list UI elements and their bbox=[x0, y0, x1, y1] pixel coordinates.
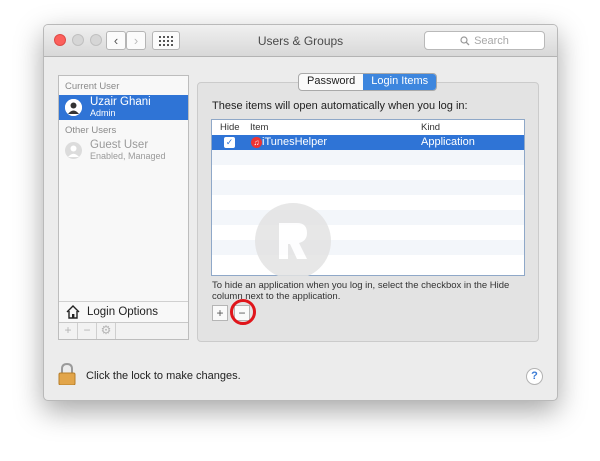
column-hide[interactable]: Hide bbox=[220, 122, 240, 133]
user-row-current[interactable]: Uzair Ghani Admin bbox=[59, 95, 188, 120]
tab-bar: Password Login Items bbox=[298, 73, 438, 91]
house-icon bbox=[66, 305, 80, 319]
tab-login-items[interactable]: Login Items bbox=[363, 74, 437, 90]
lock-icon[interactable] bbox=[58, 363, 76, 385]
item-kind: Application bbox=[421, 136, 475, 148]
avatar bbox=[65, 99, 82, 116]
search-placeholder: Search bbox=[474, 34, 509, 47]
add-user-button[interactable]: + bbox=[59, 323, 78, 339]
login-items-intro: These items will open automatically when… bbox=[212, 100, 468, 112]
user-photo-icon bbox=[65, 99, 82, 116]
redmond-pie-logo-icon bbox=[279, 223, 307, 259]
search-icon bbox=[460, 35, 470, 45]
column-kind[interactable]: Kind bbox=[421, 122, 440, 133]
table-header: Hide Item Kind bbox=[212, 120, 524, 136]
lock-message: Click the lock to make changes. bbox=[86, 370, 241, 382]
guest-user-role: Enabled, Managed bbox=[90, 151, 166, 161]
login-options-item[interactable]: Login Options bbox=[59, 301, 188, 322]
table-row-empty bbox=[212, 195, 524, 210]
add-login-item-button[interactable]: + bbox=[212, 305, 228, 321]
guest-avatar bbox=[65, 142, 82, 159]
users-groups-window: ‹ › Users & Groups Search Current User U… bbox=[43, 24, 558, 401]
table-row-empty bbox=[212, 165, 524, 180]
column-item[interactable]: Item bbox=[250, 122, 268, 133]
guest-user-name: Guest User bbox=[90, 139, 149, 151]
table-row-empty bbox=[212, 150, 524, 165]
sidebar-controls: + − ⚙ bbox=[59, 322, 188, 339]
title-bar: ‹ › Users & Groups Search bbox=[44, 25, 557, 57]
user-row-guest[interactable]: Guest User Enabled, Managed bbox=[59, 138, 188, 163]
other-users-heading: Other Users bbox=[65, 125, 117, 136]
user-name: Uzair Ghani bbox=[90, 96, 151, 108]
itunes-helper-icon: ♫ bbox=[251, 137, 262, 148]
item-name: iTunesHelper bbox=[262, 136, 328, 148]
hide-hint-text: To hide an application when you log in, … bbox=[212, 280, 510, 302]
watermark-logo bbox=[255, 203, 331, 279]
help-button[interactable]: ? bbox=[526, 368, 543, 385]
search-field[interactable]: Search bbox=[424, 31, 545, 50]
login-options-label: Login Options bbox=[87, 306, 158, 318]
highlight-circle bbox=[230, 299, 256, 325]
table-row[interactable]: ✓ ♫ iTunesHelper Application bbox=[212, 135, 524, 150]
tab-password[interactable]: Password bbox=[299, 74, 363, 90]
user-role: Admin bbox=[90, 108, 116, 118]
current-user-heading: Current User bbox=[65, 81, 120, 92]
table-row-empty bbox=[212, 180, 524, 195]
remove-user-button[interactable]: − bbox=[78, 323, 97, 339]
hide-checkbox[interactable]: ✓ bbox=[224, 137, 235, 148]
person-silhouette-icon bbox=[68, 145, 79, 157]
users-sidebar: Current User Uzair Ghani Admin Other Use… bbox=[58, 75, 189, 340]
gear-icon[interactable]: ⚙ bbox=[97, 323, 116, 339]
